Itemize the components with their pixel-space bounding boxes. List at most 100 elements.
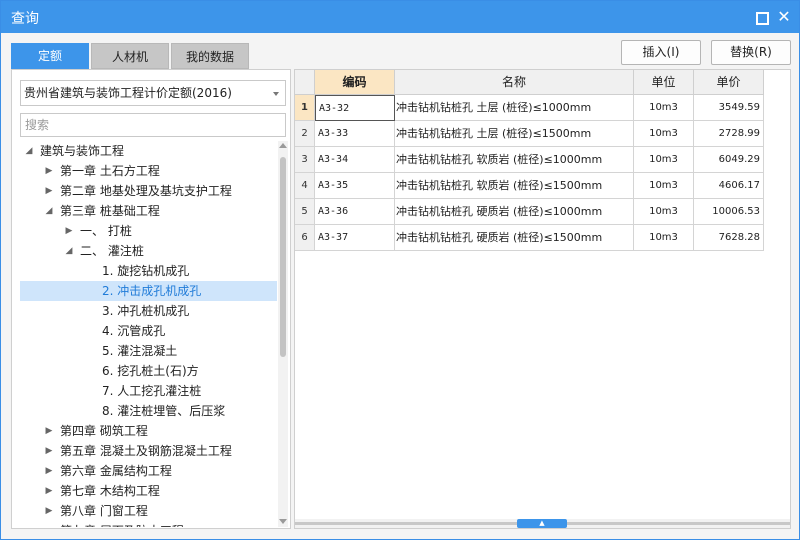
cell-name[interactable]: 冲击钻机钻桩孔 软质岩 (桩径)≤1500mm: [395, 173, 634, 199]
tree-node[interactable]: 7. 人工挖孔灌注桩: [20, 381, 277, 401]
cell-price[interactable]: 7628.28: [694, 225, 764, 251]
triangle-right-icon[interactable]: ▶: [64, 221, 74, 241]
triangle-right-icon[interactable]: ▶: [44, 421, 54, 441]
tree-node[interactable]: ◢ 建筑与装饰工程: [20, 141, 277, 161]
cell-name[interactable]: 冲击钻机钻桩孔 软质岩 (桩径)≤1000mm: [395, 147, 634, 173]
tree-node-label: 4. 沉管成孔: [102, 324, 166, 338]
cell-price[interactable]: 6049.29: [694, 147, 764, 173]
tree-node[interactable]: 2. 冲击成孔机成孔: [20, 281, 277, 301]
title-bar: 查询 ✕: [1, 1, 799, 33]
cell-code[interactable]: A3-34: [315, 147, 395, 173]
tab-my-data[interactable]: 我的数据: [171, 43, 249, 69]
tree-scrollbar[interactable]: [278, 141, 288, 527]
triangle-down-icon[interactable]: ◢: [24, 141, 34, 161]
tree-node[interactable]: 4. 沉管成孔: [20, 321, 277, 341]
header-code[interactable]: 编码: [315, 70, 395, 95]
close-icon[interactable]: ✕: [776, 9, 792, 25]
cell-code[interactable]: A3-36: [315, 199, 395, 225]
tree-node-label: 建筑与装饰工程: [40, 144, 125, 158]
cell-unit[interactable]: 10m3: [634, 199, 694, 225]
cell-price[interactable]: 2728.99: [694, 121, 764, 147]
tree-node-label: 第一章 土石方工程: [60, 164, 160, 178]
tree-node-label: 第六章 金属结构工程: [60, 464, 172, 478]
tree-node[interactable]: ▶ 第四章 砌筑工程: [20, 421, 277, 441]
cell-code[interactable]: A3-33: [315, 121, 395, 147]
cell-price[interactable]: 10006.53: [694, 199, 764, 225]
tree-node-label: 一、 打桩: [80, 224, 132, 238]
cell-price[interactable]: 4606.17: [694, 173, 764, 199]
search-box[interactable]: [20, 113, 286, 137]
cell-num: 4: [295, 173, 315, 199]
tree-node[interactable]: ◢ 第三章 桩基础工程: [20, 201, 277, 221]
triangle-right-icon[interactable]: ▶: [44, 461, 54, 481]
triangle-down-icon[interactable]: ◢: [44, 201, 54, 221]
tree-node[interactable]: ▶ 第五章 混凝土及钢筋混凝土工程: [20, 441, 277, 461]
triangle-right-icon[interactable]: ▶: [44, 481, 54, 501]
cell-num: 1: [295, 95, 315, 121]
triangle-down-icon[interactable]: ◢: [64, 241, 74, 261]
triangle-right-icon[interactable]: ▶: [44, 521, 54, 527]
tree-node[interactable]: 5. 灌注混凝土: [20, 341, 277, 361]
tree-node[interactable]: 3. 冲孔桩机成孔: [20, 301, 277, 321]
tree-node[interactable]: ▶ 第八章 门窗工程: [20, 501, 277, 521]
cell-unit[interactable]: 10m3: [634, 173, 694, 199]
tree-node-label: 6. 挖孔桩土(石)方: [102, 364, 199, 378]
tree-node-label: 第五章 混凝土及钢筋混凝土工程: [60, 444, 232, 458]
library-select[interactable]: 贵州省建筑与装饰工程计价定额(2016): [20, 80, 286, 106]
tree-node[interactable]: ◢ 二、 灌注桩: [20, 241, 277, 261]
tree-node-label: 第七章 木结构工程: [60, 484, 160, 498]
chapter-tree: ◢ 建筑与装饰工程 ▶ 第一章 土石方工程 ▶ 第二章 地基处理及基坑支护工程 ◢ 第三章 桩…: [20, 141, 277, 527]
splitter-handle-icon[interactable]: ▲: [517, 519, 567, 528]
tree-node[interactable]: ▶ 第一章 土石方工程: [20, 161, 277, 181]
scroll-down-icon[interactable]: [279, 519, 287, 524]
tree-node-label: 二、 灌注桩: [80, 244, 144, 258]
cell-name[interactable]: 冲击钻机钻桩孔 硬质岩 (桩径)≤1500mm: [395, 225, 634, 251]
cell-unit[interactable]: 10m3: [634, 147, 694, 173]
tab-labor-material-machine[interactable]: 人材机: [91, 43, 169, 69]
cell-unit[interactable]: 10m3: [634, 95, 694, 121]
tree-node[interactable]: ▶ 第七章 木结构工程: [20, 481, 277, 501]
tree-node-label: 1. 旋挖钻机成孔: [102, 264, 190, 278]
scroll-up-icon[interactable]: [279, 143, 287, 148]
scrollbar-thumb[interactable]: [280, 157, 286, 357]
cell-price[interactable]: 3549.59: [694, 95, 764, 121]
triangle-right-icon[interactable]: ▶: [44, 501, 54, 521]
chevron-down-icon: [273, 92, 279, 96]
cell-name[interactable]: 冲击钻机钻桩孔 土层 (桩径)≤1500mm: [395, 121, 634, 147]
tree-node[interactable]: ▶ 一、 打桩: [20, 221, 277, 241]
cell-code[interactable]: A3-35: [315, 173, 395, 199]
tree-node-label: 5. 灌注混凝土: [102, 344, 178, 358]
tree-node-label: 2. 冲击成孔机成孔: [102, 284, 202, 298]
header-name[interactable]: 名称: [395, 70, 634, 95]
cell-unit[interactable]: 10m3: [634, 225, 694, 251]
triangle-right-icon[interactable]: ▶: [44, 161, 54, 181]
search-input[interactable]: [21, 114, 285, 136]
insert-button[interactable]: 插入(I): [621, 40, 701, 65]
library-select-value: 贵州省建筑与装饰工程计价定额(2016): [24, 86, 232, 100]
tree-node[interactable]: 1. 旋挖钻机成孔: [20, 261, 277, 281]
cell-num: 6: [295, 225, 315, 251]
tree-node-label: 第九章 屋面及防水工程: [60, 521, 184, 527]
triangle-right-icon[interactable]: ▶: [44, 181, 54, 201]
header-price[interactable]: 单价: [694, 70, 764, 95]
cell-unit[interactable]: 10m3: [634, 121, 694, 147]
cell-code[interactable]: A3-32: [315, 95, 395, 121]
tree-node[interactable]: 6. 挖孔桩土(石)方: [20, 361, 277, 381]
horizontal-scrollbar[interactable]: ▲: [295, 519, 790, 528]
tree-node[interactable]: ▶ 第六章 金属结构工程: [20, 461, 277, 481]
replace-button[interactable]: 替换(R): [711, 40, 791, 65]
triangle-right-icon[interactable]: ▶: [44, 441, 54, 461]
maximize-icon[interactable]: [753, 9, 769, 25]
tree-node[interactable]: 8. 灌注桩埋管、后压浆: [20, 401, 277, 421]
header-row-number: [295, 70, 315, 95]
tree-node[interactable]: ▶ 第九章 屋面及防水工程: [20, 521, 277, 527]
tree-node-label: 第二章 地基处理及基坑支护工程: [60, 184, 232, 198]
header-unit[interactable]: 单位: [634, 70, 694, 95]
cell-num: 5: [295, 199, 315, 225]
tree-node-label: 7. 人工挖孔灌注桩: [102, 384, 202, 398]
cell-name[interactable]: 冲击钻机钻桩孔 硬质岩 (桩径)≤1000mm: [395, 199, 634, 225]
cell-name[interactable]: 冲击钻机钻桩孔 土层 (桩径)≤1000mm: [395, 95, 634, 121]
tree-node[interactable]: ▶ 第二章 地基处理及基坑支护工程: [20, 181, 277, 201]
tab-quota[interactable]: 定额: [11, 43, 89, 69]
cell-code[interactable]: A3-37: [315, 225, 395, 251]
